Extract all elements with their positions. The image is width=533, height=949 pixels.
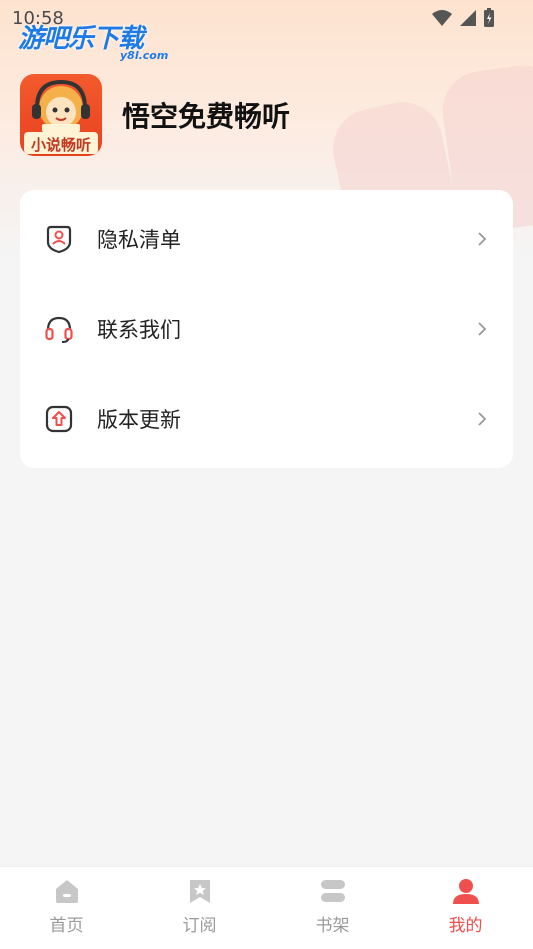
tab-label: 我的 xyxy=(448,916,483,936)
bookmark-icon xyxy=(190,880,210,903)
profile-icon xyxy=(453,879,479,904)
privacy-icon xyxy=(46,225,72,254)
tab-bookshelf[interactable]: 书架 xyxy=(266,867,399,949)
chevron-right-icon xyxy=(478,412,487,426)
watermark: 游吧乐下载 y8l.com xyxy=(18,18,168,62)
tab-label: 订阅 xyxy=(182,916,217,936)
menu-card: 隐私清单 联系我们 版本更新 xyxy=(20,190,513,468)
chevron-right-icon xyxy=(478,322,487,336)
wifi-icon xyxy=(432,10,452,26)
menu-item-privacy[interactable]: 隐私清单 xyxy=(20,194,513,284)
menu-item-label: 隐私清单 xyxy=(97,228,181,252)
logo-caption: 小说畅听 xyxy=(30,136,91,154)
bookshelf-icon xyxy=(321,880,345,902)
bottom-tab-bar: 首页 订阅 书架 我的 xyxy=(0,866,533,949)
headset-icon xyxy=(45,316,73,343)
tab-mine[interactable]: 我的 xyxy=(399,867,532,949)
status-bar: 10:58 游吧乐下载 y8l.com xyxy=(0,0,533,62)
battery-icon xyxy=(484,8,494,27)
tab-subscribe[interactable]: 订阅 xyxy=(133,867,266,949)
tab-label: 书架 xyxy=(315,916,350,936)
menu-item-update[interactable]: 版本更新 xyxy=(20,374,513,464)
app-logo[interactable]: 小说畅听 xyxy=(20,74,102,156)
status-icons xyxy=(431,8,495,28)
profile-header: 小说畅听 悟空免费畅听 xyxy=(20,74,290,156)
menu-item-label: 联系我们 xyxy=(97,318,181,342)
tab-home[interactable]: 首页 xyxy=(0,867,133,949)
home-icon xyxy=(56,880,78,903)
signal-icon xyxy=(460,10,476,26)
chevron-right-icon xyxy=(478,232,487,246)
watermark-sub: y8l.com xyxy=(120,49,169,62)
update-icon xyxy=(45,405,73,433)
tab-label: 首页 xyxy=(49,916,84,936)
menu-item-contact[interactable]: 联系我们 xyxy=(20,284,513,374)
menu-item-label: 版本更新 xyxy=(97,408,181,432)
app-name: 悟空免费畅听 xyxy=(122,100,291,133)
